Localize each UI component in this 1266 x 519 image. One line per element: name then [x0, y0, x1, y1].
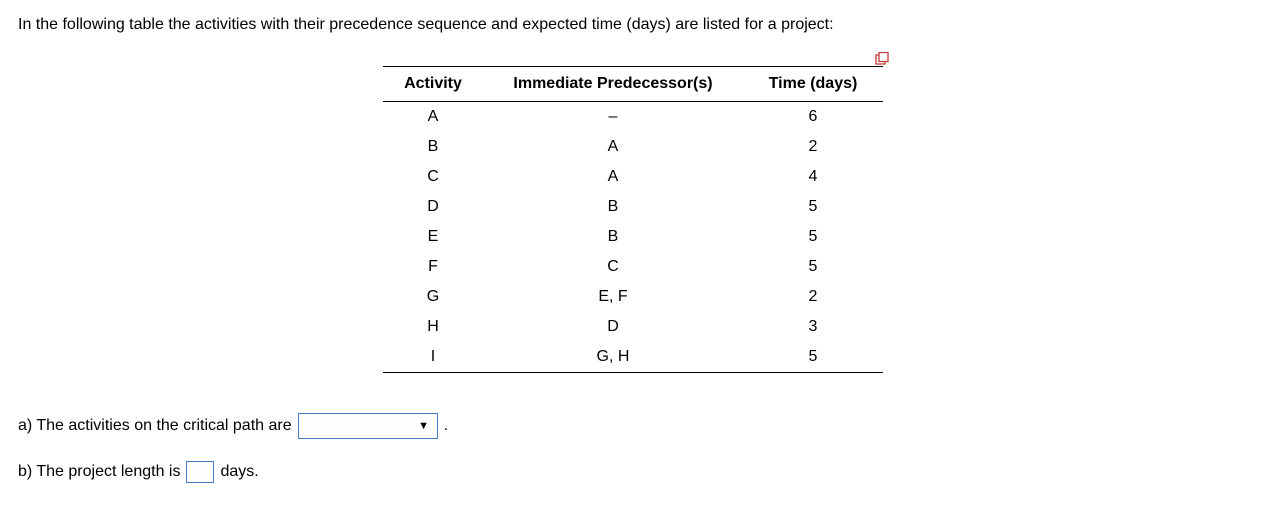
cell-time: 2	[743, 132, 883, 162]
cell-time: 5	[743, 222, 883, 252]
cell-time: 2	[743, 282, 883, 312]
question-a: a) The activities on the critical path a…	[18, 413, 1248, 439]
cell-activity: H	[383, 312, 483, 342]
table-container: Activity Immediate Predecessor(s) Time (…	[383, 66, 883, 373]
popout-icon[interactable]	[875, 52, 889, 66]
cell-predecessor: A	[483, 132, 743, 162]
table-row: BA2	[383, 132, 883, 162]
chevron-down-icon: ▼	[415, 417, 433, 435]
cell-predecessor: B	[483, 192, 743, 222]
cell-time: 5	[743, 342, 883, 373]
cell-activity: D	[383, 192, 483, 222]
table-row: HD3	[383, 312, 883, 342]
cell-time: 6	[743, 102, 883, 133]
cell-time: 4	[743, 162, 883, 192]
question-a-prefix: a) The activities on the critical path a…	[18, 417, 292, 435]
cell-time: 5	[743, 192, 883, 222]
table-row: EB5	[383, 222, 883, 252]
question-b: b) The project length is days.	[18, 461, 1248, 483]
cell-predecessor: E, F	[483, 282, 743, 312]
cell-predecessor: A	[483, 162, 743, 192]
cell-activity: G	[383, 282, 483, 312]
activities-table: Activity Immediate Predecessor(s) Time (…	[383, 66, 883, 373]
problem-intro: In the following table the activities wi…	[18, 14, 1248, 36]
table-row: DB5	[383, 192, 883, 222]
cell-activity: F	[383, 252, 483, 282]
table-row: IG, H5	[383, 342, 883, 373]
question-a-suffix: .	[444, 417, 448, 435]
cell-activity: A	[383, 102, 483, 133]
cell-predecessor: –	[483, 102, 743, 133]
cell-activity: B	[383, 132, 483, 162]
question-b-suffix: days.	[220, 463, 258, 481]
project-length-input[interactable]	[186, 461, 214, 483]
cell-predecessor: G, H	[483, 342, 743, 373]
table-row: CA4	[383, 162, 883, 192]
table-row: GE, F2	[383, 282, 883, 312]
cell-predecessor: C	[483, 252, 743, 282]
question-b-prefix: b) The project length is	[18, 463, 180, 481]
cell-time: 3	[743, 312, 883, 342]
cell-time: 5	[743, 252, 883, 282]
critical-path-select[interactable]: ▼	[298, 413, 438, 439]
table-row: FC5	[383, 252, 883, 282]
cell-predecessor: D	[483, 312, 743, 342]
cell-activity: E	[383, 222, 483, 252]
col-activity: Activity	[383, 67, 483, 102]
cell-activity: I	[383, 342, 483, 373]
col-predecessor: Immediate Predecessor(s)	[483, 67, 743, 102]
cell-predecessor: B	[483, 222, 743, 252]
table-row: A–6	[383, 102, 883, 133]
col-time: Time (days)	[743, 67, 883, 102]
cell-activity: C	[383, 162, 483, 192]
table-header-row: Activity Immediate Predecessor(s) Time (…	[383, 67, 883, 102]
table-wrapper: Activity Immediate Predecessor(s) Time (…	[18, 66, 1248, 373]
